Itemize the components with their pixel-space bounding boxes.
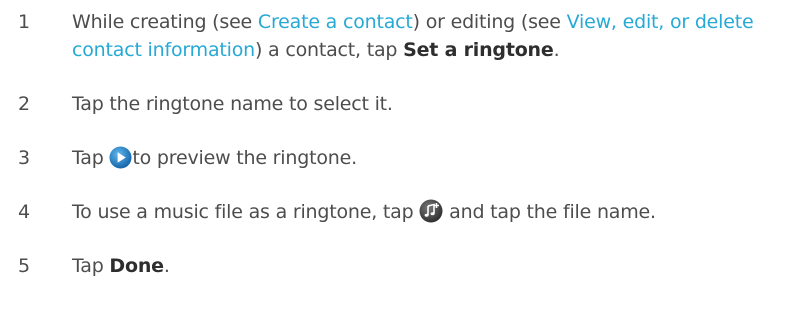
step-1: 1 While creating (see Create a contact) …	[18, 8, 798, 64]
step-text: Tap the ringtone name to select it.	[72, 93, 393, 115]
step-text: to preview the ringtone.	[132, 147, 357, 169]
step-text: and tap the file name.	[443, 201, 656, 223]
step-5: 5 Tap Done.	[18, 252, 798, 280]
done-label: Done	[109, 255, 164, 277]
step-4: 4 To use a music file as a ringtone, tap…	[18, 198, 798, 226]
step-number: 5	[18, 255, 30, 277]
create-contact-link[interactable]: Create a contact	[258, 11, 413, 33]
step-text: ) or editing (see	[412, 11, 567, 33]
step-text: ) a contact, tap	[255, 39, 404, 61]
set-ringtone-label: Set a ringtone	[403, 39, 554, 61]
step-number: 1	[18, 11, 30, 33]
add-music-icon	[419, 199, 443, 223]
step-text: .	[553, 39, 560, 61]
step-text: To use a music file as a ringtone, tap	[72, 201, 420, 223]
step-number: 3	[18, 147, 30, 169]
step-text: .	[163, 255, 170, 277]
step-3: 3 Tap to preview the ringtone.	[18, 144, 798, 172]
step-text: Tap	[72, 255, 110, 277]
step-text: Tap	[72, 147, 110, 169]
instruction-steps: 1 While creating (see Create a contact) …	[18, 8, 798, 280]
play-icon	[109, 146, 132, 169]
step-number: 4	[18, 201, 30, 223]
step-2: 2 Tap the ringtone name to select it.	[18, 90, 798, 118]
step-text: While creating (see	[72, 11, 258, 33]
step-number: 2	[18, 93, 30, 115]
